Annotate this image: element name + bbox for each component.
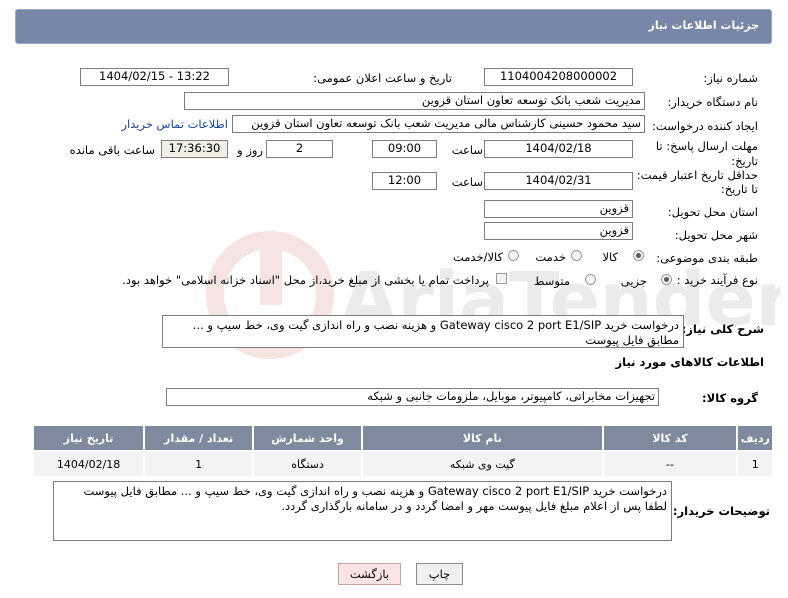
col-name: نام کالا [361,424,604,452]
cell-code: -- [601,450,739,478]
days-remaining-field[interactable]: 2 [266,140,333,158]
validity-date-field[interactable]: 1404/02/31 [484,172,633,190]
col-unit: واحد شمارش [252,424,364,452]
price-validity-label: حداقل تاریخ اعتبار قیمت: [636,168,758,182]
category-goods-service-radio[interactable] [508,250,519,261]
back-button[interactable]: بازگشت [338,563,401,585]
panel-title: جزئیات اطلاعات نیاز [648,19,760,32]
process-minor-label: جزیی [620,274,647,288]
category-goods-label: کالا [602,250,618,264]
description-text: درخواست خرید Gateway cisco 2 port E1/SIP… [192,318,679,347]
delivery-province-label: استان محل تحویل: [667,205,758,219]
print-button[interactable]: چاپ [416,563,463,585]
reply-time-field[interactable]: 09:00 [372,140,437,158]
reply-date-field[interactable]: 1404/02/18 [484,140,633,158]
buyer-notes-line-2: لطفا پس از اعلام مبلغ فایل پیوست مهر و ا… [281,499,667,513]
need-number-label: شماره نیاز: [703,71,758,85]
remaining-time-field[interactable]: 17:36:30 [161,140,228,158]
goods-table-container: ردیف کد کالا نام کالا واحد شمارش تعداد /… [31,424,774,478]
buyer-notes-label: توضیحات خریدار: [672,504,770,518]
category-service-label: خدمت [535,250,566,264]
price-validity-label-2: تا تاریخ: [720,182,758,196]
validity-time-label: ساعت [451,175,483,189]
cell-unit: دستگاه [252,450,364,478]
table-row[interactable]: 1 -- گیت وی شبکه دستگاه 1 1404/02/18 [31,450,774,478]
col-code: کد کالا [601,424,739,452]
days-label: روز و [237,143,263,157]
need-number-field[interactable]: 1104004208000002 [484,68,633,86]
buyer-contact-link[interactable]: اطلاعات تماس خریدار [121,117,228,131]
buyer-org-label: نام دستگاه خریدار: [667,95,758,109]
col-qty: تعداد / مقدار [143,424,255,452]
treasury-payment-note: پرداخت تمام یا بخشی از مبلغ خرید،از محل … [122,273,489,287]
description-textarea[interactable]: درخواست خرید Gateway cisco 2 port E1/SIP… [162,315,684,348]
reply-deadline-label: مهلت ارسال پاسخ: تا [655,139,758,153]
details-panel-header: جزئیات اطلاعات نیاز [15,9,772,44]
category-label: طبقه بندی موضوعی: [656,251,758,265]
announce-datetime-field[interactable]: 1404/02/15 - 13:22 [80,68,229,86]
buyer-notes-textarea[interactable]: درخواست خرید Gateway cisco 2 port E1/SIP… [53,481,672,541]
remaining-time-label: ساعت باقی مانده [69,143,155,157]
col-row: ردیف [736,424,774,452]
delivery-city-label: شهر محل تحویل: [674,228,758,242]
cell-qty: 1 [143,450,255,478]
validity-time-field[interactable]: 12:00 [372,172,437,190]
announce-datetime-label: تاریخ و ساعت اعلان عمومی: [313,71,452,85]
goods-table: ردیف کد کالا نام کالا واحد شمارش تعداد /… [31,424,774,478]
reply-deadline-label-2: تاریخ: [731,154,758,168]
col-date: تاریخ نیاز [31,424,146,452]
description-label: شرح کلی نیاز: [681,322,764,336]
buyer-org-field[interactable]: مدیریت شعب بانک توسعه تعاون استان قزوین [184,92,645,110]
process-medium-label: متوسط [533,274,570,288]
delivery-city-field[interactable]: قزوین [484,222,633,240]
category-goods-service-label: کالا/خدمت [452,250,503,264]
goods-group-label: گروه کالا: [702,391,758,405]
category-goods-radio[interactable] [633,250,644,261]
cell-date: 1404/02/18 [31,450,146,478]
process-medium-radio[interactable] [585,274,596,285]
reply-time-label: ساعت [451,143,483,157]
process-type-label: نوع فرآیند خرید : [676,273,758,287]
requester-field[interactable]: سید محمود حسینی کارشناس مالی مدیریت شعب … [232,115,645,133]
process-minor-radio[interactable] [661,274,672,285]
cell-row: 1 [736,450,774,478]
goods-group-field[interactable]: تجهیزات مخابراتی، کامپیوتر، موبایل، ملزو… [166,388,659,406]
buyer-notes-line-1: درخواست خرید Gateway cisco 2 port E1/SIP… [83,484,667,498]
category-service-radio[interactable] [571,250,582,261]
requester-label: ایجاد کننده درخواست: [652,119,758,133]
goods-section-title: اطلاعات کالاهای مورد نیاز [615,355,764,369]
delivery-province-field[interactable]: قزوین [484,200,633,218]
goods-table-header: ردیف کد کالا نام کالا واحد شمارش تعداد /… [31,424,774,452]
cell-name: گیت وی شبکه [361,450,604,478]
treasury-payment-checkbox[interactable] [496,273,507,284]
